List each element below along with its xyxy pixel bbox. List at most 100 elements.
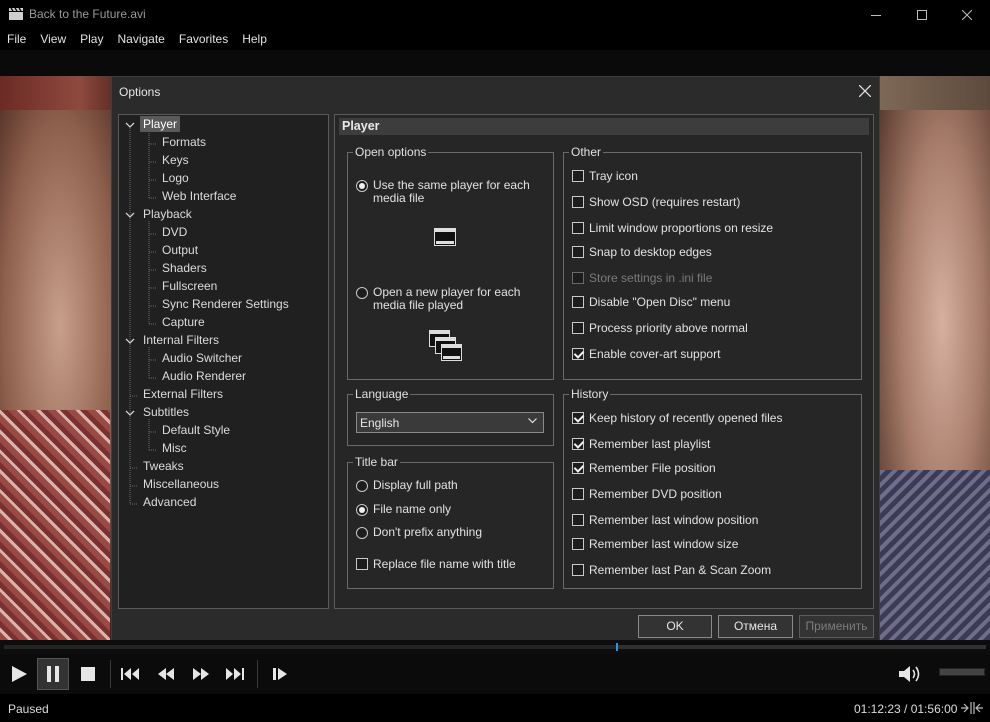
remember-dvd-position-checkbox[interactable]: Remember DVD position bbox=[572, 487, 722, 501]
store-settings-in-ini-file-checkbox[interactable]: Store settings in .ini file bbox=[572, 271, 712, 285]
process-priority-above-normal-checkbox[interactable]: Process priority above normal bbox=[572, 321, 748, 335]
show-osd-requires-restart-box[interactable] bbox=[572, 196, 584, 208]
keep-history-of-recently-opened-files-checkbox[interactable]: Keep history of recently opened files bbox=[572, 411, 782, 425]
menu-file[interactable]: File bbox=[0, 29, 33, 50]
new-player-radio[interactable]: Open a new player for each media file pl… bbox=[356, 286, 551, 312]
menu-help[interactable]: Help bbox=[235, 29, 274, 50]
tree-item-subtitles[interactable]: Subtitles bbox=[140, 405, 192, 421]
remember-last-playlist-box[interactable] bbox=[572, 438, 584, 450]
snap-to-desktop-edges-box[interactable] bbox=[572, 246, 584, 258]
resize-grip-icon[interactable] bbox=[960, 700, 984, 716]
same-player-radio-dot[interactable] bbox=[356, 180, 368, 192]
tree-item-output[interactable]: Output bbox=[159, 243, 201, 259]
remember-last-playlist-checkbox[interactable]: Remember last playlist bbox=[572, 437, 710, 451]
replace-title-checkbox[interactable]: Replace file name with title bbox=[356, 557, 516, 571]
tree-item-internal-filters[interactable]: Internal Filters bbox=[140, 333, 222, 349]
rewind-button[interactable] bbox=[150, 658, 182, 690]
frame-step-button[interactable] bbox=[264, 658, 296, 690]
fast-forward-button[interactable] bbox=[185, 658, 217, 690]
mute-button[interactable] bbox=[894, 658, 926, 690]
snap-to-desktop-edges-checkbox[interactable]: Snap to desktop edges bbox=[572, 245, 712, 259]
ok-button[interactable]: OK bbox=[638, 615, 712, 638]
tree-item-keys[interactable]: Keys bbox=[159, 153, 192, 169]
chevron-down-icon[interactable] bbox=[125, 336, 135, 346]
seek-bar[interactable] bbox=[0, 640, 990, 654]
tree-item-miscellaneous[interactable]: Miscellaneous bbox=[140, 477, 222, 493]
tree-item-external-filters[interactable]: External Filters bbox=[140, 387, 226, 403]
disable-open-disc-menu-checkbox[interactable]: Disable "Open Disc" menu bbox=[572, 295, 730, 309]
remember-last-window-size-checkbox[interactable]: Remember last window size bbox=[572, 537, 738, 551]
remember-last-window-position-box[interactable] bbox=[572, 514, 584, 526]
tree-item-capture[interactable]: Capture bbox=[159, 315, 208, 331]
remember-file-position-box[interactable] bbox=[572, 462, 584, 474]
file-name-only-radio[interactable]: File name only bbox=[356, 503, 451, 516]
tray-icon-checkbox[interactable]: Tray icon bbox=[572, 169, 638, 183]
limit-window-proportions-on-resize-checkbox[interactable]: Limit window proportions on resize bbox=[572, 221, 773, 235]
remember-file-position-checkbox[interactable]: Remember File position bbox=[572, 461, 716, 475]
remember-last-pan-scan-zoom-box[interactable] bbox=[572, 564, 584, 576]
same-player-radio[interactable]: Use the same player for each media file bbox=[356, 179, 551, 205]
fast-forward-icon bbox=[193, 668, 209, 680]
play-button[interactable] bbox=[3, 658, 35, 690]
disable-open-disc-menu-box[interactable] bbox=[572, 296, 584, 308]
tree-item-dvd[interactable]: DVD bbox=[159, 225, 190, 241]
seek-thumb[interactable] bbox=[616, 643, 618, 651]
no-prefix-radio-dot[interactable] bbox=[356, 527, 368, 539]
file-name-only-radio-dot[interactable] bbox=[356, 504, 368, 516]
process-priority-above-normal-box[interactable] bbox=[572, 322, 584, 334]
volume-slider[interactable] bbox=[939, 668, 985, 676]
title-bar-title: Title bar bbox=[353, 455, 400, 469]
menu-view[interactable]: View bbox=[33, 29, 73, 50]
tray-icon-box[interactable] bbox=[572, 170, 584, 182]
pause-button[interactable] bbox=[37, 658, 69, 690]
enable-cover-art-support-box[interactable] bbox=[572, 348, 584, 360]
tree-item-player[interactable]: Player bbox=[140, 116, 181, 133]
language-dropdown[interactable]: English bbox=[356, 412, 544, 433]
chevron-down-icon[interactable] bbox=[125, 408, 135, 418]
next-button[interactable] bbox=[219, 658, 251, 690]
show-osd-requires-restart-checkbox[interactable]: Show OSD (requires restart) bbox=[572, 195, 740, 209]
chevron-down-icon[interactable] bbox=[125, 210, 135, 220]
maximize-button[interactable] bbox=[899, 0, 945, 29]
limit-window-proportions-on-resize-box[interactable] bbox=[572, 222, 584, 234]
tree-item-fullscreen[interactable]: Fullscreen bbox=[159, 279, 220, 295]
enable-cover-art-support-checkbox[interactable]: Enable cover-art support bbox=[572, 347, 720, 361]
tree-item-playback[interactable]: Playback bbox=[140, 207, 195, 223]
store-settings-in-ini-file-box[interactable] bbox=[572, 272, 584, 284]
full-path-radio-dot[interactable] bbox=[356, 480, 368, 492]
remember-last-window-position-checkbox[interactable]: Remember last window position bbox=[572, 513, 758, 527]
tree-item-formats[interactable]: Formats bbox=[159, 135, 209, 151]
tree-item-audio-switcher[interactable]: Audio Switcher bbox=[159, 351, 245, 367]
cancel-button[interactable]: Отмена bbox=[718, 615, 793, 638]
remember-last-window-size-box[interactable] bbox=[572, 538, 584, 550]
tree-item-default-style[interactable]: Default Style bbox=[159, 423, 233, 439]
remember-dvd-position-box[interactable] bbox=[572, 488, 584, 500]
no-prefix-radio[interactable]: Don't prefix anything bbox=[356, 526, 482, 539]
apply-button[interactable]: Применить bbox=[799, 615, 874, 638]
tree-item-shaders[interactable]: Shaders bbox=[159, 261, 210, 277]
chevron-down-icon[interactable] bbox=[125, 120, 135, 130]
menu-play[interactable]: Play bbox=[73, 29, 110, 50]
replace-title-box[interactable] bbox=[356, 558, 368, 570]
tree-item-sync-renderer-settings[interactable]: Sync Renderer Settings bbox=[159, 297, 292, 313]
stop-button[interactable] bbox=[72, 658, 104, 690]
tree-item-misc[interactable]: Misc bbox=[159, 441, 190, 457]
tree-item-advanced[interactable]: Advanced bbox=[140, 495, 199, 511]
tree-item-web-interface[interactable]: Web Interface bbox=[159, 189, 239, 205]
menu-navigate[interactable]: Navigate bbox=[110, 29, 171, 50]
close-button[interactable] bbox=[944, 0, 990, 29]
tree-item-logo[interactable]: Logo bbox=[159, 171, 192, 187]
keep-history-of-recently-opened-files-box[interactable] bbox=[572, 412, 584, 424]
tree-item-audio-renderer[interactable]: Audio Renderer bbox=[159, 369, 249, 385]
previous-button[interactable] bbox=[114, 658, 146, 690]
minimize-button[interactable] bbox=[853, 0, 899, 29]
remember-last-pan-scan-zoom-checkbox[interactable]: Remember last Pan & Scan Zoom bbox=[572, 563, 771, 577]
keep-history-of-recently-opened-files-label: Keep history of recently opened files bbox=[589, 411, 783, 425]
dialog-close-button[interactable] bbox=[857, 83, 873, 99]
controls-separator bbox=[257, 660, 258, 688]
tree-item-tweaks[interactable]: Tweaks bbox=[140, 459, 187, 475]
new-player-radio-dot[interactable] bbox=[356, 287, 368, 299]
disable-open-disc-menu-label: Disable "Open Disc" menu bbox=[589, 295, 731, 309]
menu-favorites[interactable]: Favorites bbox=[172, 29, 235, 50]
full-path-radio[interactable]: Display full path bbox=[356, 479, 458, 492]
